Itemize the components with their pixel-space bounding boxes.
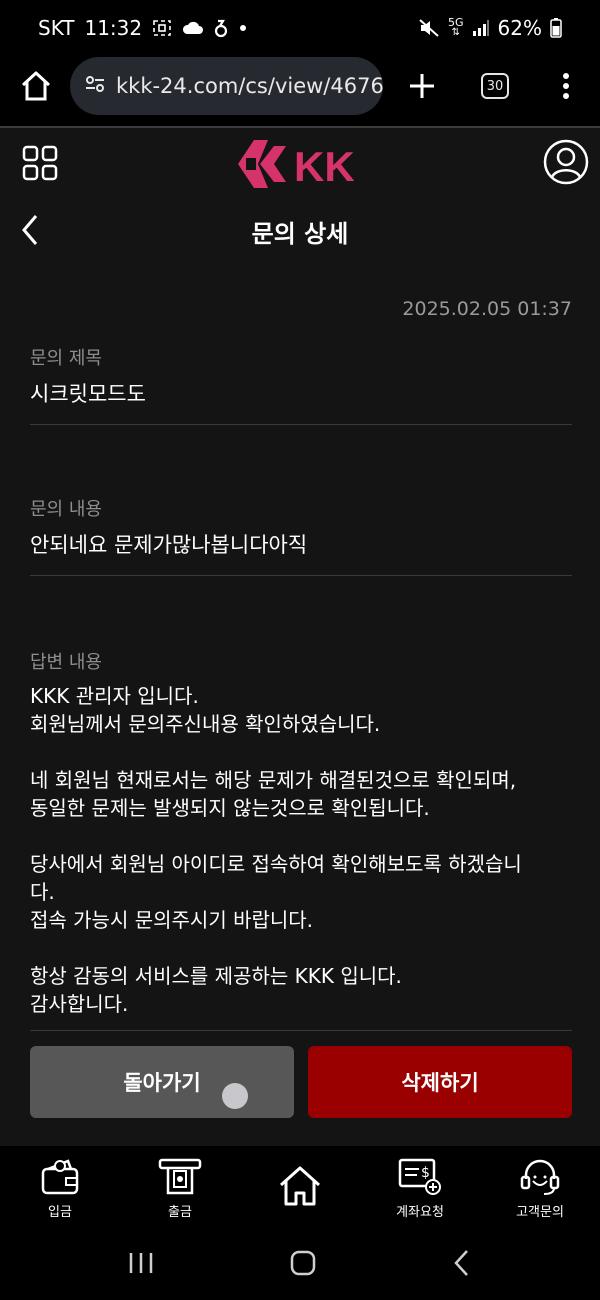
logo-text: KK	[294, 143, 355, 190]
divider	[30, 424, 572, 425]
signal-icon	[472, 19, 490, 37]
status-bar: SKT 11:32 5G ⇅ 62%	[0, 0, 600, 56]
page-title-bar: 문의 상세	[0, 198, 600, 264]
new-tab-icon[interactable]	[404, 68, 440, 104]
answer-line: 동일한 문제는 발생되지 않는것으로 확인됩니다.	[30, 796, 430, 820]
svg-text:$: $	[421, 1165, 430, 1181]
tab-count: 30	[486, 78, 504, 94]
battery-icon	[550, 18, 562, 38]
site-logo[interactable]: KK	[234, 136, 370, 192]
action-buttons: 돌아가기 삭제하기	[30, 1046, 572, 1118]
recent-apps-icon[interactable]	[126, 1249, 156, 1281]
site-settings-icon[interactable]	[84, 73, 106, 99]
delete-button[interactable]: 삭제하기	[308, 1046, 572, 1118]
answer-line	[30, 822, 572, 850]
answer-line: 항상 감동의 서비스를 제공하는 KKK 입니다.	[30, 964, 402, 988]
battery-percent: 62%	[497, 16, 542, 40]
wallet-deposit-icon	[41, 1158, 79, 1194]
answer-line: 감사합니다.	[30, 992, 129, 1016]
nav-item-customer-support[interactable]: 고객문의	[480, 1146, 600, 1230]
content-section: 문의 내용 안되네요 문제가많나봅니다아직	[30, 495, 572, 559]
address-bar[interactable]: kkk-24.com/cs/view/46760	[70, 57, 383, 115]
inquiry-date: 2025.02.05 01:37	[402, 298, 572, 320]
divider	[30, 1030, 572, 1031]
browser-toolbar: kkk-24.com/cs/view/46760 30	[0, 56, 600, 126]
divider	[30, 575, 572, 576]
page-title: 문의 상세	[251, 220, 349, 248]
nav-item-home[interactable]	[240, 1146, 360, 1230]
subject-label: 문의 제목	[30, 348, 102, 369]
inquiry-detail: 2025.02.05 01:37 문의 제목 시크릿모드도 문의 내용 안되네요…	[30, 290, 572, 1031]
nav-item-account-request[interactable]: $ 계좌요청	[360, 1146, 480, 1230]
subject-value: 시크릿모드도	[30, 382, 146, 406]
nav-label: 고객문의	[516, 1204, 564, 1220]
headset-icon	[520, 1159, 560, 1195]
status-left: SKT 11:32	[38, 16, 248, 40]
nav-item-withdraw[interactable]: 출금	[120, 1146, 240, 1230]
carrier: SKT	[38, 16, 75, 40]
answer-label: 답변 내용	[30, 652, 102, 673]
system-nav-bar	[0, 1230, 600, 1300]
nav-label: 입금	[48, 1204, 72, 1220]
cloud-icon	[182, 20, 204, 36]
system-home-icon[interactable]	[288, 1248, 318, 1282]
touch-indicator	[222, 1083, 248, 1109]
system-back-icon[interactable]	[450, 1248, 474, 1282]
answer-line: 다.	[30, 880, 55, 904]
nav-label: 출금	[168, 1204, 192, 1220]
answer-section: 답변 내용 KKK 관리자 입니다. 회원님께서 문의주신내용 확인하였습니다. 네…	[30, 648, 572, 1018]
answer-line	[30, 934, 572, 962]
answer-line: 네 회원님 현재로서는 해당 문제가 해결된것으로 확인되며,	[30, 768, 517, 792]
answer-line: 접속 가능시 문의주시기 바랍니다.	[30, 908, 314, 932]
screenshot-icon	[152, 19, 172, 37]
network-5g-icon: 5G ⇅	[448, 16, 464, 38]
answer-line: KKK 관리자 입니다.	[30, 684, 199, 708]
answer-line: 당사에서 회원님 아이디로 접속하여 확인해보도록 하겠습니	[30, 852, 522, 876]
site-header: KK	[0, 128, 600, 198]
account-request-icon: $	[398, 1158, 441, 1195]
user-account-icon[interactable]	[542, 138, 590, 186]
nav-label: 계좌요청	[396, 1204, 444, 1220]
dot-icon	[238, 23, 248, 33]
more-menu-icon[interactable]	[556, 68, 576, 104]
back-button[interactable]: 돌아가기	[30, 1046, 294, 1118]
grid-menu-icon[interactable]	[22, 145, 58, 181]
answer-line	[30, 738, 572, 766]
url-text: kkk-24.com/cs/view/46760	[116, 74, 383, 98]
answer-line: 회원님께서 문의주신내용 확인하였습니다.	[30, 712, 381, 736]
nav-item-deposit[interactable]: 입금	[0, 1146, 120, 1230]
browser-home-icon[interactable]	[18, 68, 54, 104]
atm-withdraw-icon	[158, 1158, 202, 1194]
bottom-nav: 입금 출금 $ 계좌요청 고객문의	[0, 1146, 600, 1230]
clock: 11:32	[84, 16, 143, 40]
mute-icon	[418, 18, 440, 38]
app-notification-icon	[214, 18, 228, 38]
home-icon	[279, 1166, 321, 1206]
content-value: 안되네요 문제가많나봅니다아직	[30, 533, 308, 557]
status-right: 5G ⇅ 62%	[418, 16, 562, 40]
tab-switcher-button[interactable]: 30	[481, 73, 509, 99]
subject-section: 문의 제목 시크릿모드도	[30, 344, 572, 408]
answer-body: KKK 관리자 입니다. 회원님께서 문의주신내용 확인하였습니다. 네 회원님 현…	[30, 682, 572, 1018]
content-label: 문의 내용	[30, 499, 102, 520]
